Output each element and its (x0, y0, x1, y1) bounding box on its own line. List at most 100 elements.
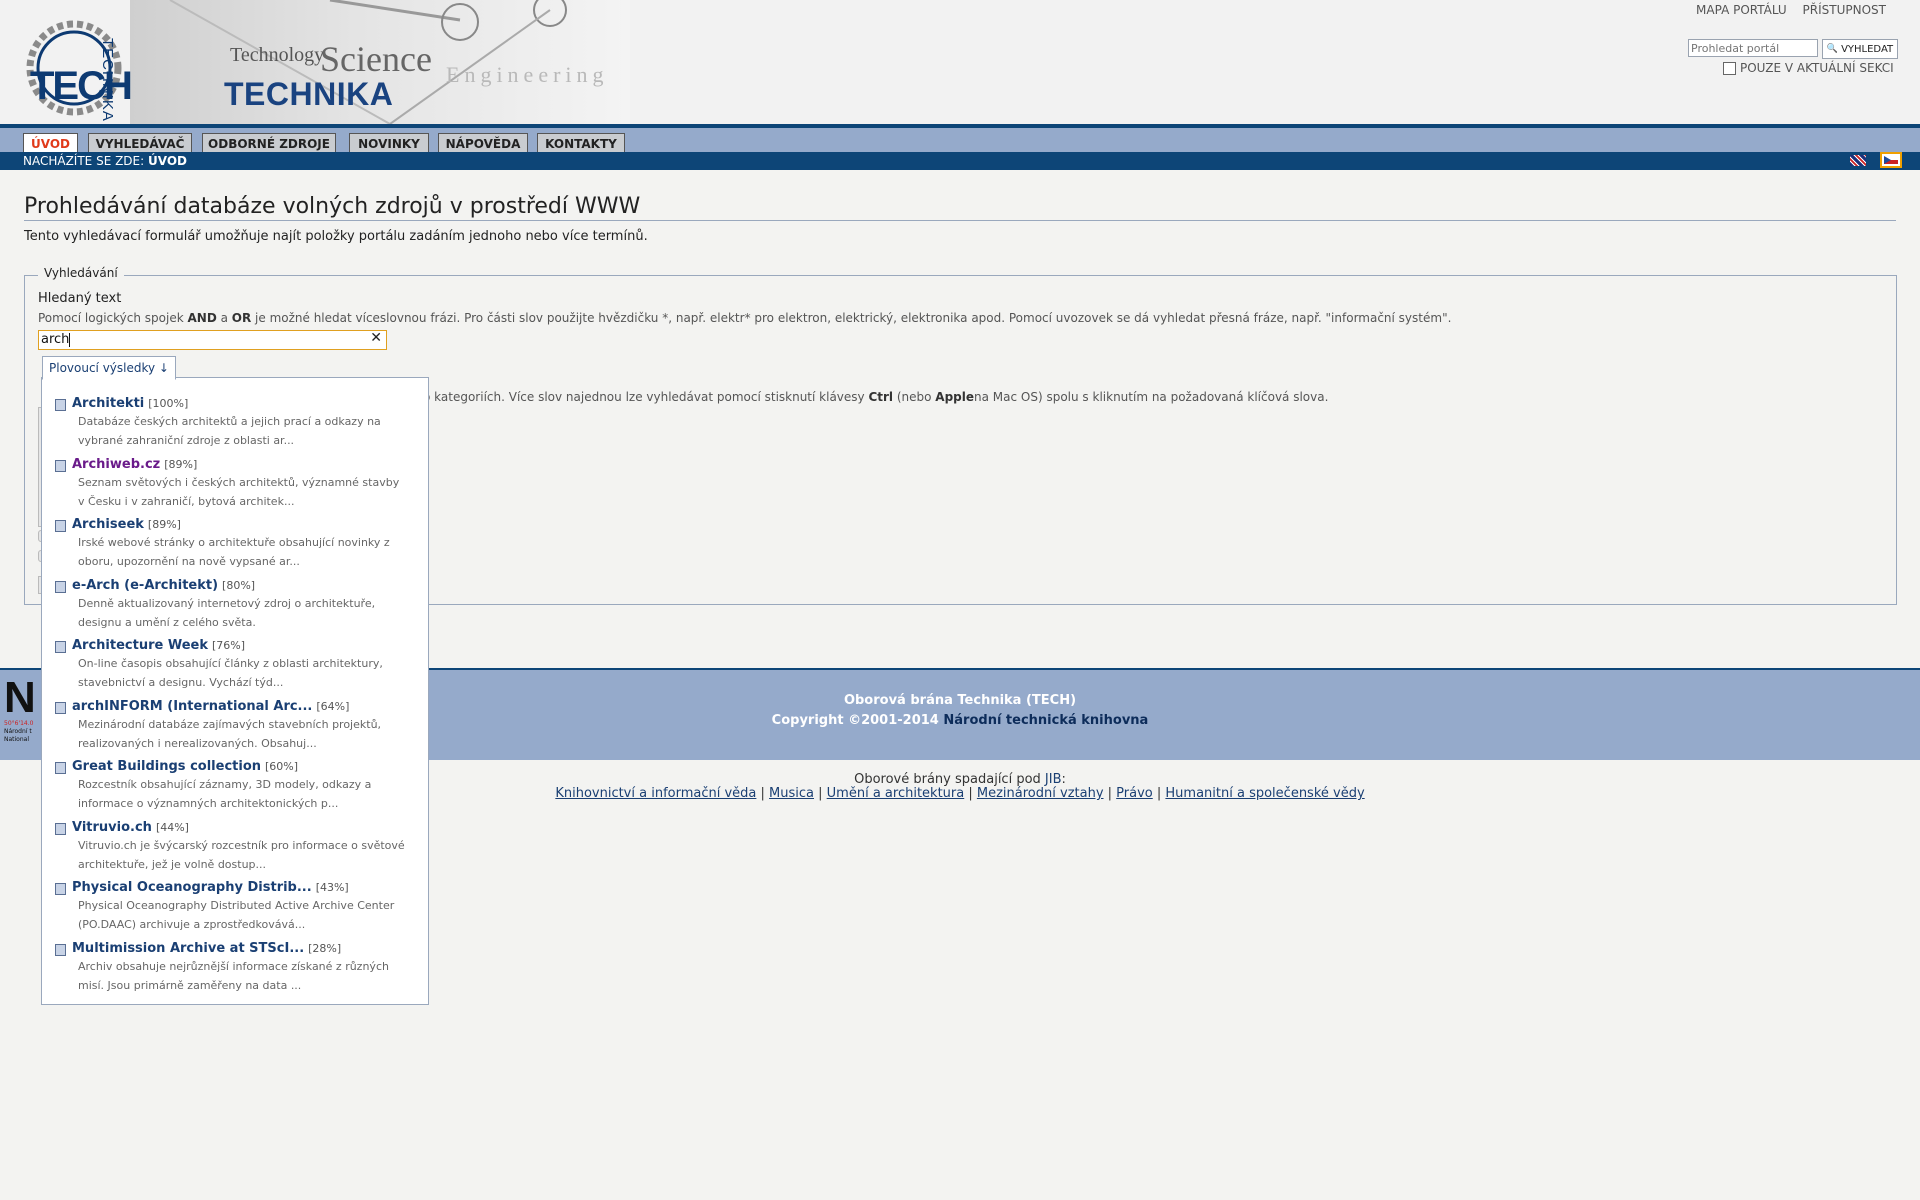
live-result-item[interactable]: e-Arch (e-Architekt) [80%] Denně aktualizo… (55, 578, 422, 632)
document-icon (55, 641, 66, 653)
portal-map-link[interactable]: MAPA PORTÁLU (1690, 3, 1793, 17)
tab-uvod[interactable]: ÚVOD (23, 133, 78, 153)
gateway-link[interactable]: Mezinárodní vztahy (977, 786, 1104, 801)
live-result-score: [80%] (222, 578, 256, 592)
intro-text: Tento vyhledávací formulář umožňuje nají… (24, 229, 648, 244)
live-result-score: [44%] (155, 820, 189, 834)
live-result-score: [60%] (265, 760, 299, 773)
text-caret (69, 332, 71, 347)
gateways-prefix: Oborové brány spadající pod (854, 772, 1045, 787)
breadcrumb: NACHÁZÍTE SE ZDE: ÚVOD (0, 152, 1920, 170)
gateways-suffix: : (1061, 772, 1066, 787)
gateway-link[interactable]: Musica (769, 786, 814, 801)
live-result-title[interactable]: Multimission Archive at STScI... (72, 941, 304, 956)
section-only-label: POUZE V AKTUÁLNÍ SEKCI (1740, 61, 1894, 75)
page-title: Prohledávání databáze volných zdrojů v p… (24, 194, 641, 219)
live-result-title[interactable]: Great Buildings collection (72, 759, 261, 774)
document-icon (55, 399, 66, 411)
live-result-title[interactable]: Archiseek (72, 517, 144, 532)
ntk-logo-letter: N (4, 673, 36, 722)
live-result-description: Mezinárodní databáze zajímavých stavební… (78, 717, 382, 750)
document-icon (55, 520, 66, 532)
live-result-description: Archiv obsahuje nejrůznější informace zí… (78, 959, 389, 992)
gateway-link[interactable]: Právo (1116, 786, 1153, 801)
header: TECH TECHNIKA Technology Science TECHNIK… (0, 0, 1920, 124)
tab-kontakty[interactable]: KONTAKTY (537, 133, 625, 153)
live-result-item[interactable]: Architekti [100%] Databáze českých archite… (55, 396, 422, 450)
live-result-title[interactable]: Archiweb.cz (72, 457, 160, 472)
gateway-link[interactable]: Umění a architektura (827, 786, 965, 801)
tagline-technology: Technology (230, 44, 325, 66)
live-result-title[interactable]: Vitruvio.ch (72, 820, 152, 835)
live-result-item[interactable]: Archiweb.cz [89%] Seznam světových i český… (55, 457, 422, 511)
ntk-logo-line: Národní t (4, 728, 32, 735)
live-result-title[interactable]: Physical Oceanography Distrib... (72, 880, 312, 895)
live-result-item[interactable]: Physical Oceanography Distrib... [43%] Phy… (55, 880, 422, 934)
live-result-score: [28%] (308, 941, 342, 955)
live-results-panel: Architekti [100%] Databáze českých archite… (41, 377, 429, 1005)
ntk-logo[interactable]: N 50°6'14.0 Národní t National (4, 676, 44, 746)
gateway-link[interactable]: Humanitní a společenské vědy (1165, 786, 1364, 801)
keywords-help-part: (nebo (893, 390, 936, 404)
site-search: 🔍 VYHLEDAT (1688, 39, 1898, 59)
tab-novinky[interactable]: NOVINKY (349, 133, 429, 153)
document-icon (55, 762, 66, 774)
keywords-help-text: o kategoriích. Více slov najednou lze vy… (423, 390, 1328, 404)
breadcrumb-prefix: NACHÁZÍTE SE ZDE: (23, 154, 145, 168)
breadcrumb-text: NACHÁZÍTE SE ZDE: ÚVOD (23, 154, 187, 168)
live-result-item[interactable]: Architecture Week [76%] On-line časopis ob… (55, 638, 422, 692)
live-result-item[interactable]: Great Buildings collection [60%] Rozcestní… (55, 759, 422, 813)
live-result-description: On-line časopis obsahující články z obla… (78, 657, 383, 689)
top-links: MAPA PORTÁLU PŘÍSTUPNOST (1690, 3, 1892, 17)
document-icon (55, 822, 66, 835)
site-search-input[interactable] (1688, 39, 1818, 57)
search-help-text: Pomocí logických spojek AND a OR je možn… (38, 311, 1451, 325)
breadcrumb-current[interactable]: ÚVOD (148, 154, 187, 168)
live-result-title[interactable]: Architecture Week (72, 638, 208, 653)
live-result-title[interactable]: e-Arch (e-Architekt) (72, 578, 218, 593)
live-result-title[interactable]: Architekti (72, 396, 144, 411)
site-search-button[interactable]: 🔍 VYHLEDAT (1822, 39, 1898, 59)
document-icon (55, 943, 66, 956)
tagline-science: Science (320, 39, 432, 79)
live-result-title[interactable]: archINFORM (International Arc... (72, 699, 312, 714)
help-text-part: je možné hledat víceslovnou frázi. Pro č… (251, 311, 1452, 325)
help-text-part: Pomocí logických spojek (38, 311, 188, 325)
live-result-score: [43%] (315, 881, 349, 894)
logo-vertical-text: TECHNIKA (99, 38, 116, 122)
live-result-item[interactable]: Multimission Archive at STScI... [28%] Arc… (55, 941, 422, 995)
search-query-value: arch (41, 332, 70, 347)
live-result-score: [76%] (212, 639, 246, 652)
live-result-score: [64%] (316, 699, 350, 713)
live-result-score: [89%] (164, 457, 198, 471)
live-result-description: Irské webové stránky o architektuře obsa… (78, 536, 390, 568)
live-result-description: Physical Oceanography Distributed Active… (78, 899, 395, 931)
ntk-link[interactable]: Národní technická knihovna (943, 713, 1148, 728)
keywords-help-apple: Apple (935, 390, 975, 404)
live-result-description: Databáze českých architektů a jejich pra… (78, 415, 381, 447)
search-query-input[interactable]: arch ✕ (38, 330, 387, 350)
jib-link[interactable]: JIB (1045, 772, 1062, 787)
search-text-label: Hledaný text (38, 291, 122, 306)
live-result-description: Denně aktualizovaný internetový zdroj o … (78, 596, 376, 629)
gateway-link[interactable]: Knihovnictví a informační věda (555, 786, 756, 801)
live-result-item[interactable]: Archiseek [89%] Irské webové stránky o arc… (55, 517, 422, 571)
live-result-description: Vitruvio.ch je švýcarský rozcestník pro … (78, 838, 405, 871)
tab-vyhledavac[interactable]: VYHLEDÁVAČ (88, 133, 192, 153)
section-only-option[interactable]: POUZE V AKTUÁLNÍ SEKCI (1723, 61, 1894, 75)
accessibility-link[interactable]: PŘÍSTUPNOST (1797, 3, 1892, 17)
live-result-item[interactable]: archINFORM (International Arc... [64%] Mez… (55, 699, 422, 753)
english-flag-icon[interactable] (1850, 155, 1866, 166)
live-result-score: [100%] (148, 397, 189, 410)
tech-logo[interactable]: TECH TECHNIKA (16, 12, 134, 122)
tab-odborne-zdroje[interactable]: ODBORNÉ ZDROJE (202, 133, 336, 153)
search-legend: Vyhledávání (38, 266, 124, 280)
live-results-tab[interactable]: Plovoucí výsledky ↓ (42, 356, 176, 380)
keywords-help-part: na Mac OS) spolu s kliknutím na požadova… (974, 390, 1329, 404)
live-result-score: [89%] (147, 518, 181, 531)
tab-napoveda[interactable]: NÁPOVĚDA (438, 133, 528, 153)
section-only-checkbox[interactable] (1723, 61, 1736, 75)
clear-icon[interactable]: ✕ (370, 330, 382, 346)
live-result-item[interactable]: Vitruvio.ch [44%] Vitruvio.ch je švýcarský… (55, 820, 422, 874)
czech-flag-icon[interactable] (1880, 152, 1902, 168)
